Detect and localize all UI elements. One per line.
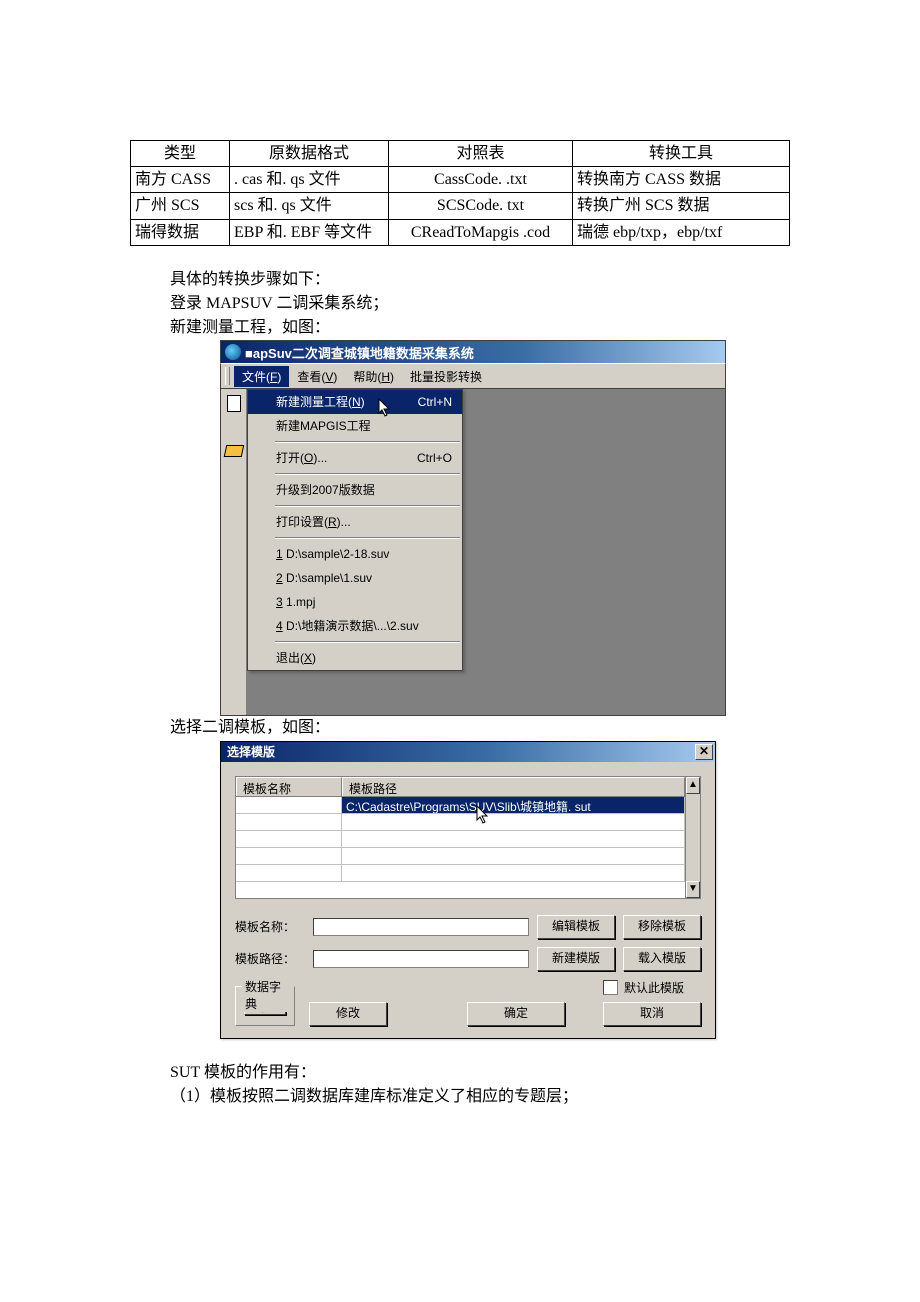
table-cell: CassCode. .txt — [389, 167, 573, 193]
table-cell: SCSCode. txt — [389, 193, 573, 219]
th-type: 类型 — [131, 141, 230, 167]
menu-print-setup[interactable]: 打印设置(R)... — [248, 510, 462, 534]
table-cell: 瑞德 ebp/txp，ebp/txf — [573, 219, 790, 245]
fieldset-legend: 数据字典 — [242, 978, 294, 1012]
menu-separator — [275, 441, 460, 443]
paragraph: SUT 模板的作用有： — [170, 1061, 790, 1084]
table-cell: 转换广州 SCS 数据 — [573, 193, 790, 219]
menu-recent-2[interactable]: 2 D:\sample\1.suv — [248, 566, 462, 590]
cancel-button[interactable]: 取消 — [603, 1002, 701, 1026]
checkbox-label: 默认此模版 — [624, 979, 684, 996]
app-workspace: 新建测量工程(N) Ctrl+N 新建MAPGIS工程 打开(O)... Ctr… — [220, 389, 726, 716]
window-title: ■apSuv二次调查城镇地籍数据采集系统 — [245, 343, 474, 362]
menu-recent-3[interactable]: 3 1.mpj — [248, 590, 462, 614]
table-cell: EBP 和. EBF 等文件 — [230, 219, 389, 245]
label-template-name: 模板名称： — [235, 918, 305, 935]
ok-button[interactable]: 确定 — [467, 1002, 565, 1026]
table-cell: scs 和. qs 文件 — [230, 193, 389, 219]
menu-new-survey-project[interactable]: 新建测量工程(N) Ctrl+N — [248, 390, 462, 414]
paragraph: 具体的转换步骤如下： — [170, 268, 790, 291]
menu-view[interactable]: 查看(V) — [289, 366, 345, 387]
menu-upgrade-2007[interactable]: 升级到2007版数据 — [248, 478, 462, 502]
menu-file[interactable]: 文件(F) — [234, 366, 289, 387]
table-cell: 南方 CASS — [131, 167, 230, 193]
default-template-checkbox[interactable]: 默认此模版 — [603, 979, 684, 996]
vertical-toolbar — [221, 389, 247, 715]
dialog-titlebar: 选择模版 ✕ — [221, 742, 715, 762]
menu-separator — [275, 473, 460, 475]
column-header-path[interactable]: 模板路径 — [342, 777, 685, 796]
th-format: 原数据格式 — [230, 141, 389, 167]
modify-button[interactable]: 修改 — [309, 1002, 387, 1026]
close-icon[interactable]: ✕ — [695, 744, 713, 760]
grid-cell-name — [236, 797, 342, 814]
vertical-scrollbar[interactable]: ▲ ▼ — [685, 776, 701, 899]
menu-recent-4[interactable]: 4 D:\地籍演示数据\...\2.suv — [248, 614, 462, 638]
paragraph: 选择二调模板，如图： — [170, 716, 790, 739]
menu-recent-1[interactable]: 1 D:\sample\2-18.suv — [248, 542, 462, 566]
new-template-button[interactable]: 新建模版 — [537, 947, 615, 971]
paragraph: （1）模板按照二调数据库建库标准定义了相应的专题层； — [170, 1085, 790, 1108]
scroll-up-icon[interactable]: ▲ — [686, 777, 700, 794]
th-tool: 转换工具 — [573, 141, 790, 167]
open-file-icon[interactable] — [225, 441, 243, 457]
checkbox-icon[interactable] — [603, 980, 618, 995]
label-template-path: 模板路径： — [235, 950, 305, 967]
remove-template-button[interactable]: 移除模板 — [623, 915, 701, 939]
edit-template-button[interactable]: 编辑模板 — [537, 915, 615, 939]
menu-open[interactable]: 打开(O)... Ctrl+O — [248, 446, 462, 470]
shortcut-label: Ctrl+O — [417, 446, 452, 470]
shortcut-label: Ctrl+N — [418, 390, 452, 414]
column-header-name[interactable]: 模板名称 — [236, 777, 342, 796]
toolbar-grip-icon — [225, 367, 230, 385]
grid-cell-path: C:\Cadastre\Programs\SUV\Slib\城镇地籍. sut — [342, 797, 685, 814]
template-name-input[interactable] — [313, 918, 529, 936]
menu-separator — [275, 537, 460, 539]
data-dictionary-fieldset: 数据字典 新建 — [235, 986, 295, 1026]
conversion-table: 类型 原数据格式 对照表 转换工具 南方 CASS . cas 和. qs 文件… — [130, 140, 790, 246]
app-icon — [225, 344, 241, 360]
select-template-dialog: 选择模版 ✕ 模板名称 模板路径 C:\Cadastre\Programs\SU… — [220, 741, 716, 1039]
load-template-button[interactable]: 载入模版 — [623, 947, 701, 971]
menubar: 文件(F) 查看(V) 帮助(H) 批量投影转换 — [220, 363, 726, 389]
th-mapping: 对照表 — [389, 141, 573, 167]
dialog-title: 选择模版 — [227, 743, 275, 760]
screenshot-app-window: ■apSuv二次调查城镇地籍数据采集系统 文件(F) 查看(V) 帮助(H) 批… — [220, 340, 726, 716]
paragraph: 登录 MAPSUV 二调采集系统； — [170, 292, 790, 315]
menu-exit[interactable]: 退出(X) — [248, 646, 462, 670]
grid-row[interactable]: C:\Cadastre\Programs\SUV\Slib\城镇地籍. sut — [236, 797, 685, 814]
table-cell: 广州 SCS — [131, 193, 230, 219]
menu-help[interactable]: 帮助(H) — [345, 366, 402, 387]
table-cell: . cas 和. qs 文件 — [230, 167, 389, 193]
paragraph: 新建测量工程，如图： — [170, 316, 790, 339]
table-cell: 瑞得数据 — [131, 219, 230, 245]
template-grid: 模板名称 模板路径 C:\Cadastre\Programs\SUV\Slib\… — [235, 776, 701, 899]
scroll-down-icon[interactable]: ▼ — [686, 881, 700, 898]
menu-batch-projection[interactable]: 批量投影转换 — [402, 366, 490, 387]
table-cell: CReadToMapgis .cod — [389, 219, 573, 245]
table-cell: 转换南方 CASS 数据 — [573, 167, 790, 193]
new-file-icon[interactable] — [225, 395, 243, 411]
template-path-input[interactable] — [313, 950, 529, 968]
menu-separator — [275, 641, 460, 643]
menu-separator — [275, 505, 460, 507]
file-menu-dropdown: 新建测量工程(N) Ctrl+N 新建MAPGIS工程 打开(O)... Ctr… — [247, 389, 463, 671]
window-titlebar: ■apSuv二次调查城镇地籍数据采集系统 — [220, 340, 726, 363]
menu-new-mapgis-project[interactable]: 新建MAPGIS工程 — [248, 414, 462, 438]
